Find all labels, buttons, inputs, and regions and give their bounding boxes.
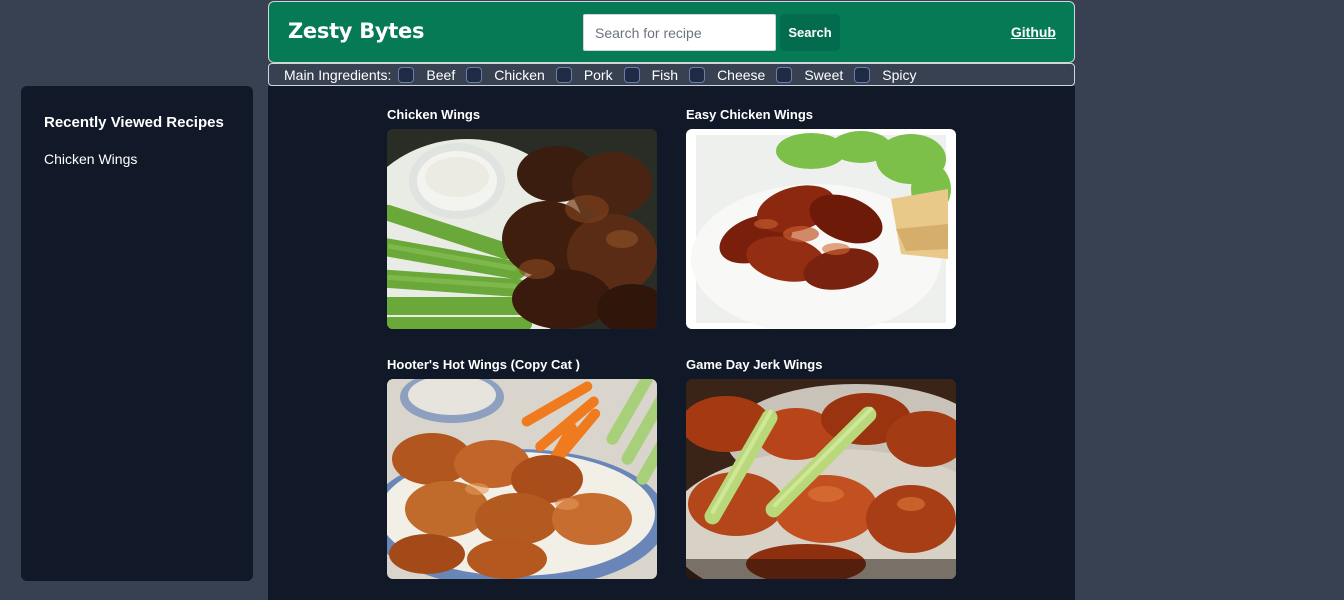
chicken-checkbox[interactable] xyxy=(466,66,483,83)
filter-fish[interactable]: Fish xyxy=(623,66,679,83)
filter-option-label: Spicy xyxy=(882,66,917,83)
filter-option-label: Beef xyxy=(426,66,456,83)
search-button[interactable]: Search xyxy=(780,14,840,51)
pork-checkbox[interactable] xyxy=(555,66,572,83)
filter-option-label: Fish xyxy=(651,66,679,83)
filter-option-label: Sweet xyxy=(804,66,844,83)
recipe-title[interactable]: Easy Chicken Wings xyxy=(686,107,956,123)
hot-wings-platter-photo[interactable] xyxy=(387,379,657,579)
glazed-wings-plate-photo[interactable] xyxy=(686,129,956,329)
recipe-grid: Chicken Wings Easy Chicken Wings Hooter'… xyxy=(268,86,1075,600)
sweet-checkbox[interactable] xyxy=(776,66,793,83)
filter-option-label: Pork xyxy=(583,66,613,83)
filter-chicken[interactable]: Chicken xyxy=(466,66,545,83)
recipe-card[interactable]: Hooter's Hot Wings (Copy Cat ) xyxy=(387,357,657,579)
recipe-title[interactable]: Hooter's Hot Wings (Copy Cat ) xyxy=(387,357,657,373)
ingredient-filter-bar: Main Ingredients: Beef Chicken Pork Fish… xyxy=(268,63,1075,86)
recipe-image xyxy=(387,129,657,329)
recipe-card[interactable]: Game Day Jerk Wings xyxy=(686,357,956,579)
sidebar-title: Recently Viewed Recipes xyxy=(44,114,224,131)
recipe-title[interactable]: Game Day Jerk Wings xyxy=(686,357,956,373)
filter-option-label: Chicken xyxy=(494,66,545,83)
filter-spicy[interactable]: Spicy xyxy=(854,66,917,83)
jerk-wings-celery-photo[interactable] xyxy=(686,379,956,579)
top-navbar: Zesty Bytes Search Github xyxy=(268,1,1075,63)
brand-logo[interactable]: Zesty Bytes xyxy=(288,19,424,43)
filter-sweet[interactable]: Sweet xyxy=(776,66,844,83)
cheese-checkbox[interactable] xyxy=(689,66,706,83)
recipe-image xyxy=(686,129,956,329)
github-link[interactable]: Github xyxy=(1011,24,1056,40)
search-input[interactable] xyxy=(583,14,776,51)
filter-pork[interactable]: Pork xyxy=(555,66,613,83)
filter-label: Main Ingredients: xyxy=(284,66,392,83)
recipe-card[interactable]: Chicken Wings xyxy=(387,107,657,329)
filter-cheese[interactable]: Cheese xyxy=(689,66,766,83)
recently-viewed-sidebar: Recently Viewed Recipes Chicken Wings xyxy=(21,86,253,581)
filter-option-label: Cheese xyxy=(717,66,766,83)
fish-checkbox[interactable] xyxy=(623,66,640,83)
spicy-checkbox[interactable] xyxy=(854,66,871,83)
recipe-image xyxy=(686,379,956,579)
beef-checkbox[interactable] xyxy=(398,66,415,83)
recipe-card[interactable]: Easy Chicken Wings xyxy=(686,107,956,329)
filter-beef[interactable]: Beef xyxy=(398,66,456,83)
recipe-image xyxy=(387,379,657,579)
recent-recipe-item[interactable]: Chicken Wings xyxy=(44,151,137,167)
recipe-title[interactable]: Chicken Wings xyxy=(387,107,657,123)
wings-celery-dip-photo[interactable] xyxy=(387,129,657,329)
